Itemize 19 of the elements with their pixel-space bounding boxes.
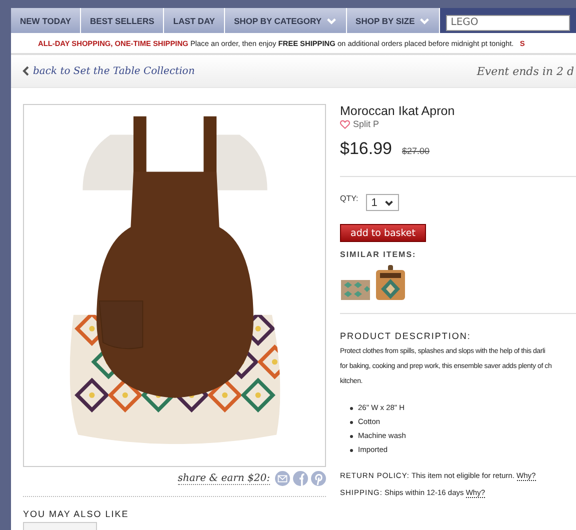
quantity-select[interactable]: 1 [366,194,400,211]
search-field[interactable]: LEGO [446,14,570,30]
share-label: share & earn $20: [178,472,270,484]
description-heading: PRODUCT DESCRIPTION: [340,331,472,341]
section-title: YOU MAY ALSO LIKE [23,509,130,519]
similar-items-label: SIMILAR ITEMS: [340,250,418,259]
nav-tab[interactable]: SHOP BY SIZE [346,8,440,33]
qty-label: QTY: [340,194,358,203]
original-price: $27.00 [402,146,430,156]
sale-price: $16.99 [340,139,392,159]
nav-tab[interactable]: NEW TODAY [11,8,82,33]
product-name: Moroccan Ikat Apron [340,104,456,118]
back-link[interactable]: back to Set the Table Collection [22,66,195,76]
brand-name[interactable]: Split P [353,119,380,129]
add-to-basket-button[interactable]: add to basket [340,224,426,242]
nav-tab[interactable]: LAST DAY [164,8,225,33]
nav-tab[interactable]: BEST SELLERS [81,8,164,33]
event-timer: Event ends in 2 d [476,64,575,78]
nav-tab[interactable]: SHOP BY CATEGORY [224,8,347,33]
